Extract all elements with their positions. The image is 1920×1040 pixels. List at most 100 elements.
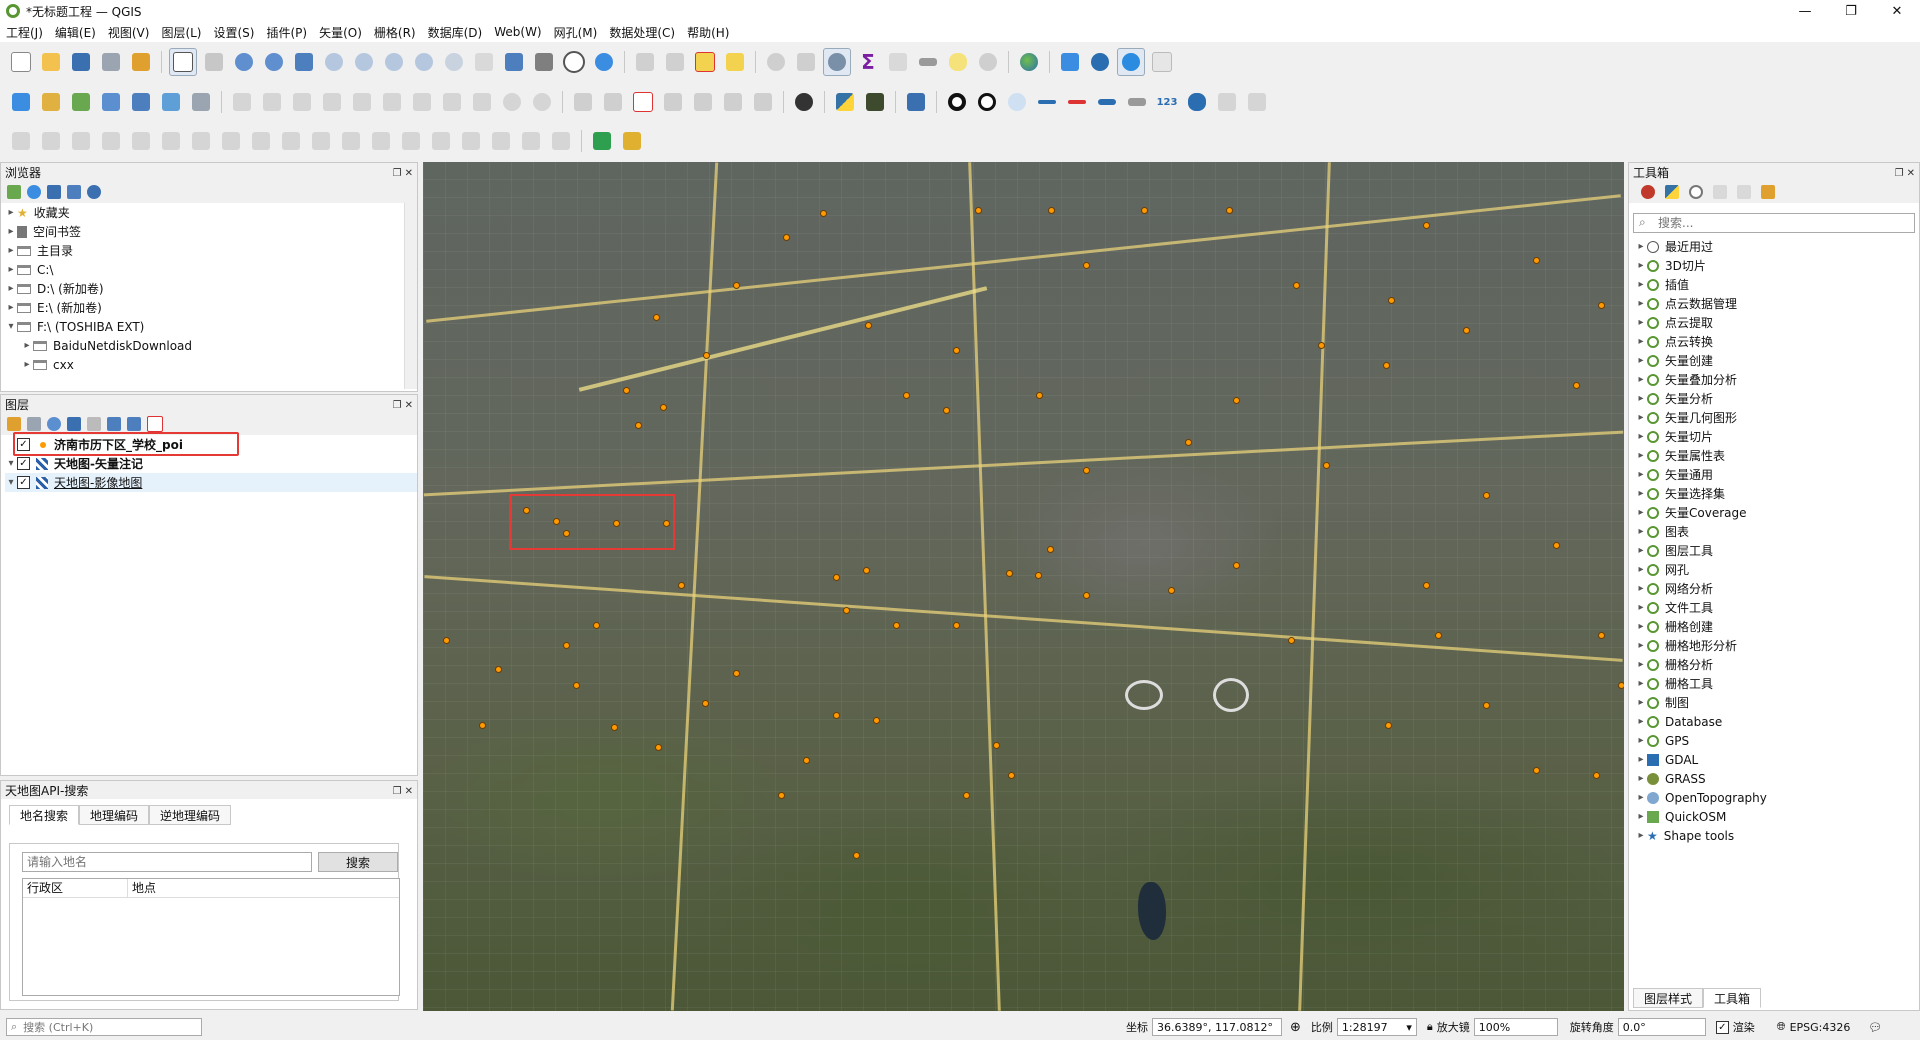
browser-item-c-drive[interactable]: ▸ C:\ [5,260,417,279]
vertex-tool-button[interactable] [349,89,375,115]
toolbox-item[interactable]: ▸ 图表 [1635,522,1915,541]
school-poi[interactable] [1226,207,1233,214]
menu-project[interactable]: 工程(J) [0,24,49,41]
school-poi[interactable] [573,682,580,689]
edit-features-icon[interactable] [1737,185,1751,199]
filter-legend-icon[interactable] [67,417,81,431]
school-poi[interactable] [1618,682,1624,689]
render-checkbox[interactable]: ✓ [1715,1020,1729,1034]
close-icon[interactable]: ✕ [405,786,413,797]
expand-arrow[interactable]: ▸ [5,302,17,313]
route-tool-button[interactable] [1094,89,1120,115]
school-poi[interactable] [1233,397,1240,404]
toolbox-item-grass[interactable]: ▸ GRASS [1635,769,1915,788]
advanced-digitize-q-button[interactable] [488,128,514,154]
menu-plugins[interactable]: 插件(P) [260,24,313,41]
school-poi[interactable] [893,622,900,629]
column-district[interactable]: 行政区 [23,879,128,897]
school-poi[interactable] [1083,262,1090,269]
toolbox-item[interactable]: ▸ 矢量属性表 [1635,446,1915,465]
school-poi[interactable] [853,852,860,859]
tab-geocoding[interactable]: 地理编码 [79,805,150,825]
filter-icon[interactable] [47,185,61,199]
advanced-digitize-l-button[interactable] [338,128,364,154]
advanced-digitize-b-button[interactable] [38,128,64,154]
tab-toolbox[interactable]: 工具箱 [1703,988,1762,1008]
georeferencer-button[interactable] [862,89,888,115]
advanced-digitize-p-button[interactable] [458,128,484,154]
search-plugin-button[interactable] [1117,48,1145,76]
advanced-digitize-e-button[interactable] [128,128,154,154]
school-poi[interactable] [1008,772,1015,779]
menu-database[interactable]: 数据库(D) [422,24,489,41]
school-poi[interactable] [833,712,840,719]
maximize-button[interactable]: ❐ [1828,0,1874,22]
numbering-tool-button[interactable]: 123 [1154,89,1180,115]
advanced-digitize-s-button[interactable] [548,128,574,154]
print-layout-button[interactable] [98,49,124,75]
expand-arrow[interactable]: ▸ [21,340,33,351]
menu-vector[interactable]: 矢量(O) [313,24,368,41]
models-icon[interactable] [1641,185,1655,199]
toolbox-item[interactable]: ▸ 点云提取 [1635,313,1915,332]
processing-options-button[interactable] [823,48,851,76]
expand-all-icon[interactable] [107,417,121,431]
school-poi[interactable] [1533,767,1540,774]
expand-arrow[interactable]: ▸ [1635,697,1647,708]
expand-arrow[interactable]: ▸ [1635,488,1647,499]
tianditu-tool-button[interactable] [619,128,645,154]
toolbox-item[interactable]: ▸ 栅格工具 [1635,674,1915,693]
advanced-digitize-i-button[interactable] [248,128,274,154]
menu-mesh[interactable]: 网孔(M) [548,24,604,41]
open-project-button[interactable] [38,49,64,75]
advanced-digitize-g-button[interactable] [188,128,214,154]
school-poi[interactable] [660,404,667,411]
data-source-manager-button[interactable] [8,89,34,115]
school-poi[interactable] [963,792,970,799]
school-poi[interactable] [1048,207,1055,214]
expand-arrow[interactable]: ▸ [1635,583,1647,594]
toolbox-item-quickosm[interactable]: ▸ QuickOSM [1635,807,1915,826]
refresh-icon[interactable] [27,185,41,199]
school-poi[interactable] [975,207,982,214]
map-canvas[interactable] [423,162,1624,1011]
info-icon[interactable] [87,185,101,199]
add-wms-layer-button[interactable] [188,89,214,115]
menu-layer[interactable]: 图层(L) [155,24,207,41]
advanced-digitize-d-button[interactable] [98,128,124,154]
school-poi[interactable] [495,666,502,673]
expand-arrow[interactable]: ▸ [1635,355,1647,366]
school-poi[interactable] [553,518,560,525]
school-poi[interactable] [820,210,827,217]
message-log-icon[interactable]: 💬︎ [1868,1021,1882,1034]
layer-visibility-checkbox[interactable]: ✓ [17,457,30,470]
undo-button[interactable] [499,89,525,115]
current-edits-button[interactable] [259,89,285,115]
school-poi[interactable] [783,234,790,241]
school-poi[interactable] [953,347,960,354]
zoom-out-button[interactable] [261,49,287,75]
advanced-digitize-m-button[interactable] [368,128,394,154]
expand-arrow[interactable]: ▸ [1635,469,1647,480]
temporal-controller-button[interactable] [561,49,587,75]
eye-icon[interactable] [47,417,61,431]
school-poi[interactable] [655,744,662,751]
toolbox-item[interactable]: ▸ 矢量切片 [1635,427,1915,446]
expand-arrow[interactable]: ▸ [1635,716,1647,727]
toolbox-item[interactable]: ▸ 矢量创建 [1635,351,1915,370]
close-icon[interactable]: ✕ [405,400,413,411]
expand-arrow[interactable]: ▸ [1635,735,1647,746]
school-poi[interactable] [873,717,880,724]
close-icon[interactable]: ✕ [405,168,413,179]
intersection-tool-button[interactable] [1064,89,1090,115]
toolbox-item[interactable]: ▸ 矢量选择集 [1635,484,1915,503]
school-poi[interactable] [1047,546,1054,553]
school-poi[interactable] [903,392,910,399]
toolbox-item[interactable]: ▸ 网络分析 [1635,579,1915,598]
search-button[interactable]: 搜索 [318,852,398,872]
extra-tool-b-button[interactable] [1244,89,1270,115]
toolbox-item[interactable]: ▸ 栅格创建 [1635,617,1915,636]
toolbox-item-gdal[interactable]: ▸ GDAL [1635,750,1915,769]
school-poi[interactable] [703,352,710,359]
expand-arrow[interactable]: ▸ [1635,241,1647,252]
